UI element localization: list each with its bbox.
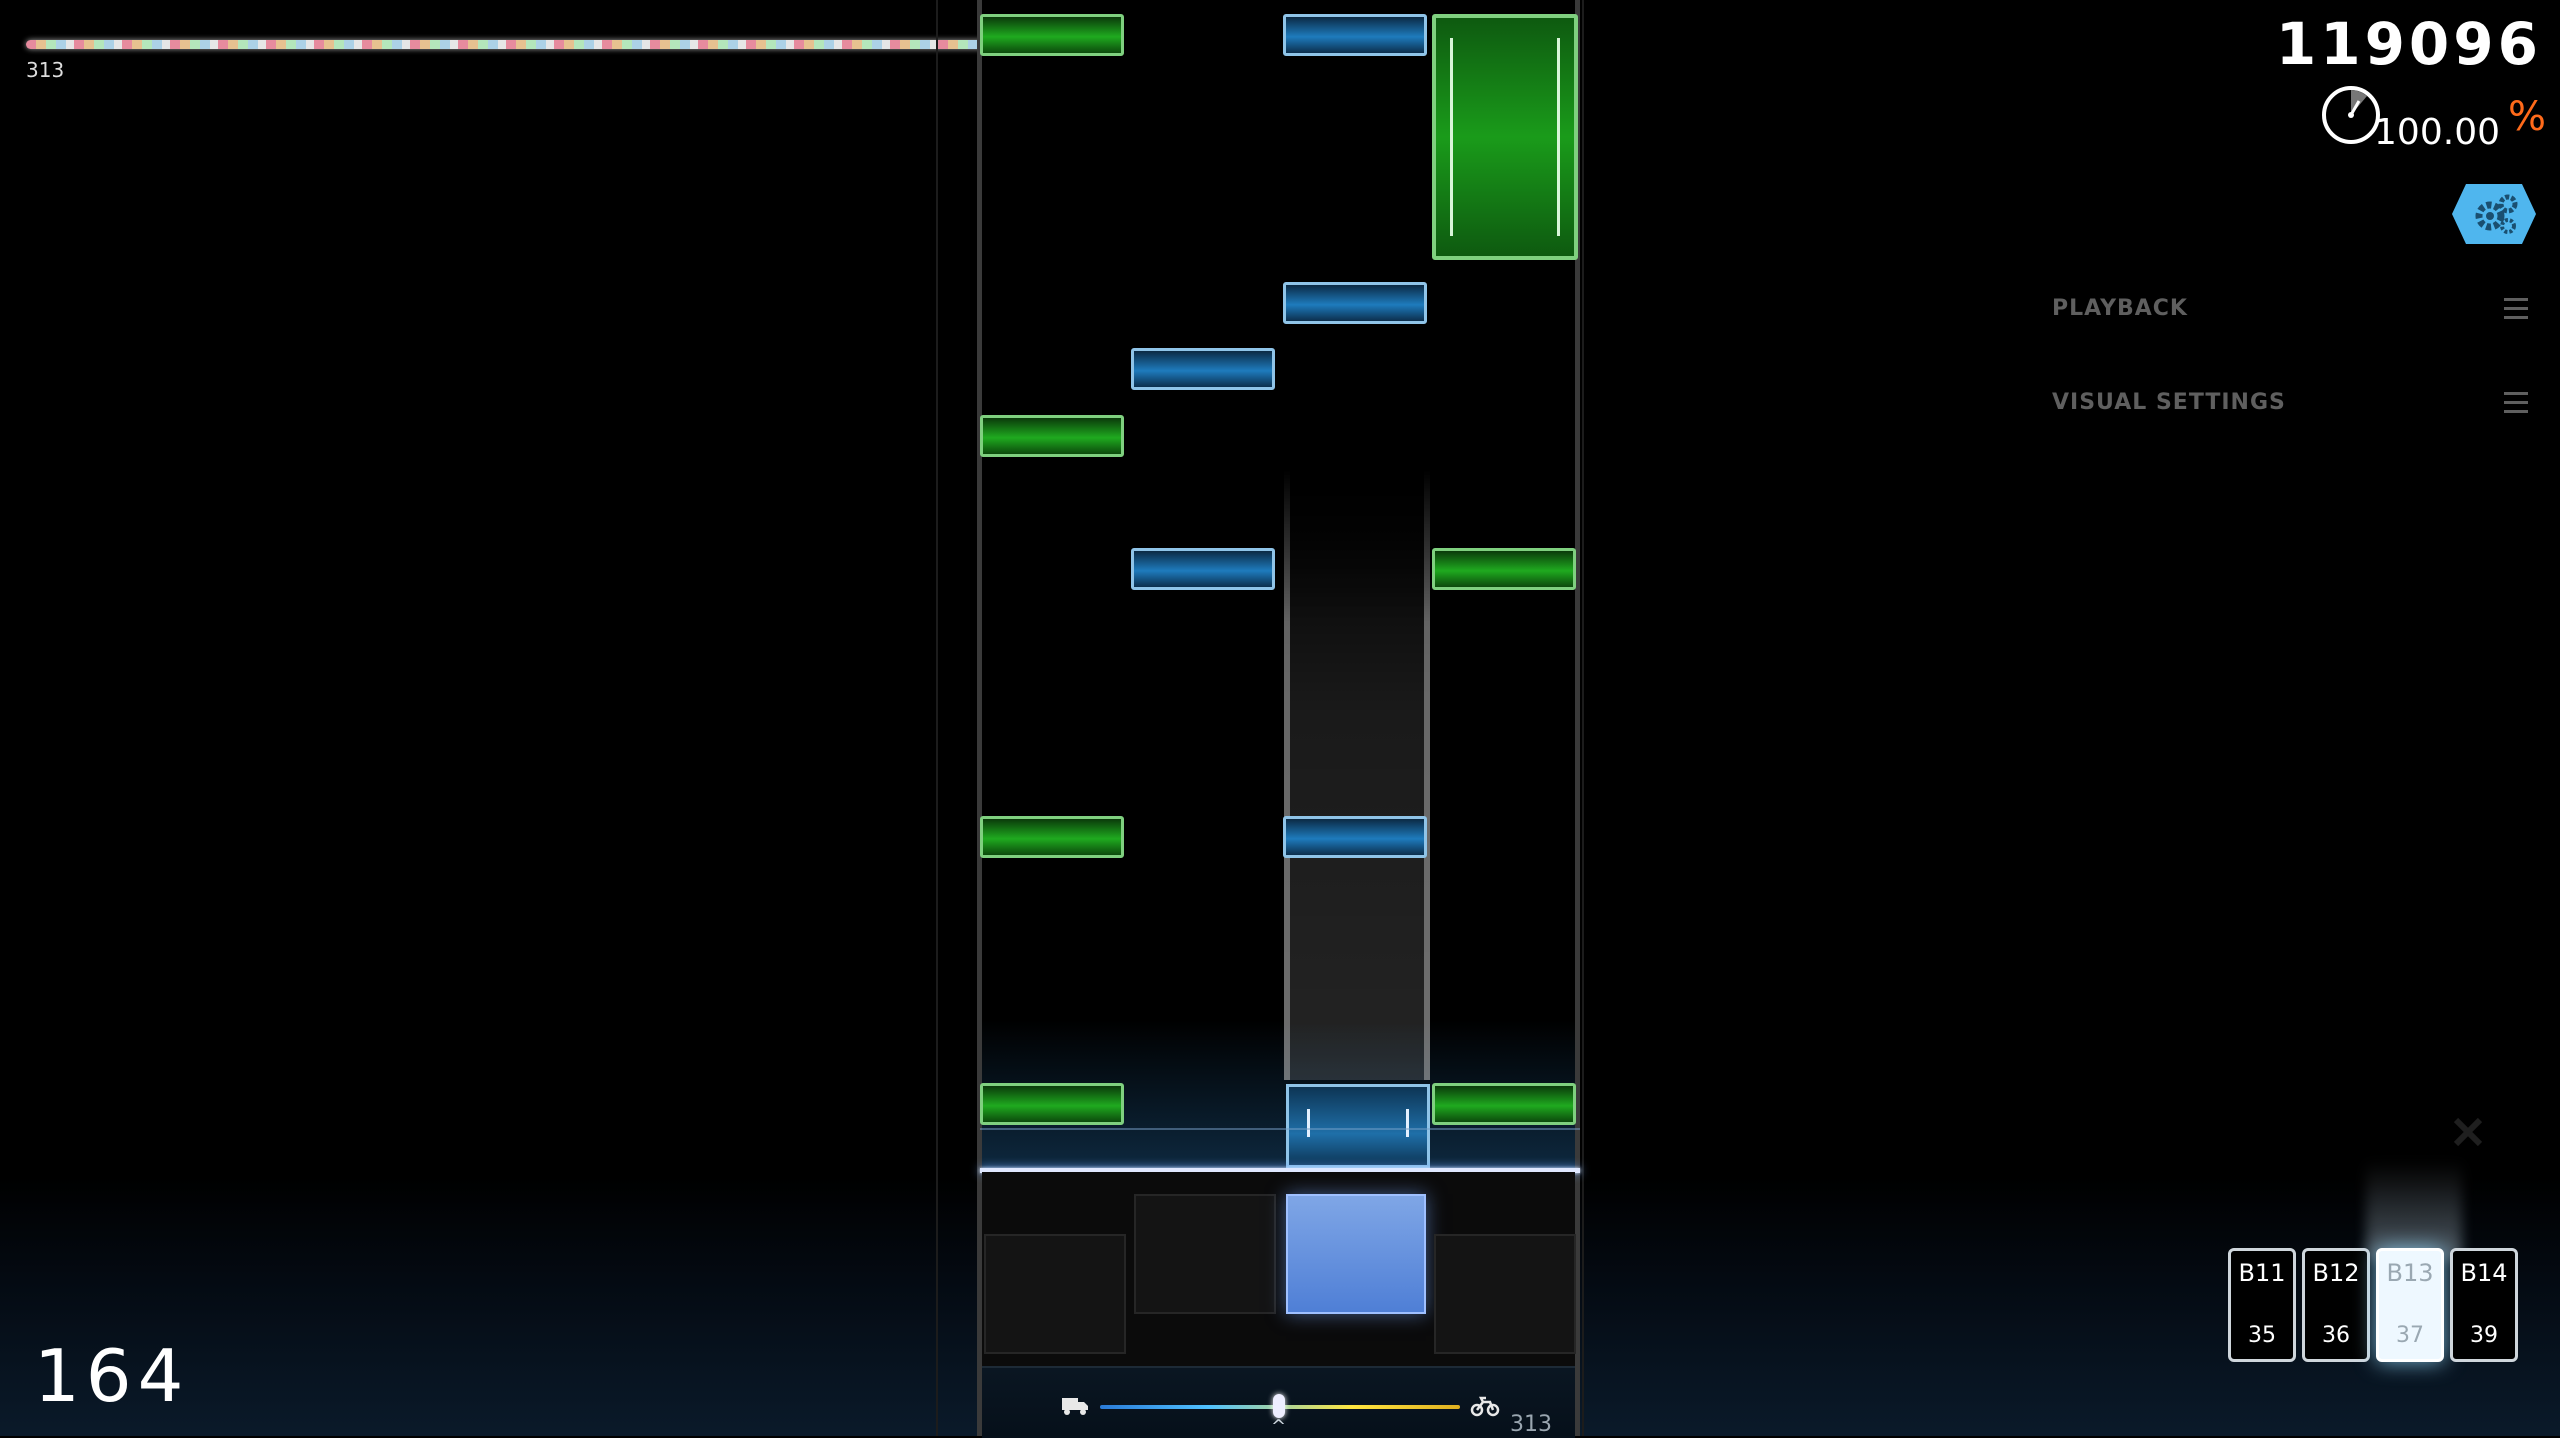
score-display: 119096	[2275, 10, 2542, 78]
song-progress-label: 313	[26, 58, 65, 82]
judgement-subline	[980, 1128, 1580, 1130]
page-button-name: B14	[2460, 1259, 2508, 1287]
note-green	[980, 14, 1124, 56]
note-blue	[1131, 548, 1275, 590]
note-green	[1432, 1083, 1576, 1125]
page-button-name: B12	[2312, 1259, 2360, 1287]
page-button-b11[interactable]: B11 35	[2228, 1248, 2296, 1362]
page-button-name: B13	[2386, 1259, 2434, 1287]
key-lane-2[interactable]	[1134, 1194, 1276, 1314]
lane-3-beam	[1284, 470, 1430, 1080]
hold-rail	[1406, 1109, 1409, 1137]
settings-button[interactable]	[2450, 182, 2538, 246]
speed-label: 313	[1510, 1412, 1552, 1437]
menu-visual-settings[interactable]: VISUAL SETTINGS	[2052, 384, 2528, 424]
note-blue	[1283, 816, 1427, 858]
truck-icon[interactable]	[1060, 1394, 1090, 1418]
page-button-number: 39	[2470, 1323, 2498, 1348]
page-selector-glow	[2366, 1160, 2462, 1260]
note-green	[980, 816, 1124, 858]
page-button-b13[interactable]: B13 37	[2376, 1248, 2444, 1362]
note-green	[980, 415, 1124, 457]
page-button-number: 35	[2248, 1323, 2276, 1348]
hamburger-icon[interactable]	[2504, 392, 2528, 414]
close-icon[interactable]	[2448, 1112, 2488, 1152]
field-border-right	[1582, 0, 1584, 1436]
key-lane-1[interactable]	[984, 1234, 1126, 1354]
page-button-b12[interactable]: B12 36	[2302, 1248, 2370, 1362]
field-border-left	[936, 0, 938, 1436]
page-button-name: B11	[2238, 1259, 2286, 1287]
menu-playback[interactable]: PLAYBACK	[2052, 290, 2528, 330]
key-lane-3[interactable]	[1286, 1194, 1426, 1314]
note-blue	[1283, 14, 1427, 56]
page-button-number: 36	[2322, 1323, 2350, 1348]
key-lane-4[interactable]	[1434, 1234, 1576, 1354]
combo-counter: 164	[34, 1334, 190, 1418]
note-green	[980, 1083, 1124, 1125]
hold-rail	[1557, 38, 1560, 236]
accuracy-display: 100.00	[2374, 112, 2500, 153]
menu-visual-settings-label: VISUAL SETTINGS	[2052, 390, 2286, 415]
hold-note-head	[1286, 1084, 1430, 1168]
menu-playback-label: PLAYBACK	[2052, 296, 2188, 321]
bike-icon[interactable]	[1470, 1394, 1500, 1418]
clock-icon	[2322, 86, 2380, 144]
hold-rail	[1307, 1109, 1310, 1137]
page-button-b14[interactable]: B14 39	[2450, 1248, 2518, 1362]
speed-slider-knob[interactable]	[1273, 1394, 1285, 1418]
note-blue	[1283, 282, 1427, 324]
hold-note	[1432, 14, 1578, 260]
hold-rail	[1450, 38, 1453, 236]
speed-caret-icon: ^	[1271, 1416, 1287, 1437]
page-button-number: 37	[2396, 1323, 2424, 1348]
hamburger-icon[interactable]	[2504, 298, 2528, 320]
accuracy-percent: %	[2507, 94, 2546, 140]
note-green	[1432, 548, 1576, 590]
note-blue	[1131, 348, 1275, 390]
